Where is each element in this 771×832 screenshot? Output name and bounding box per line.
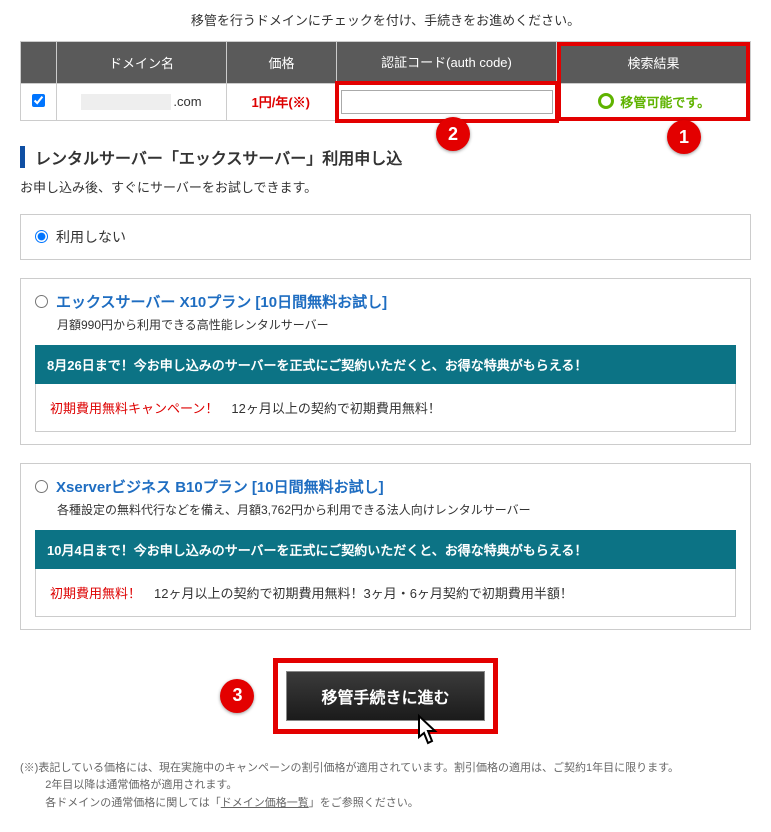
heading-bar-icon [20, 146, 25, 168]
b10-campaign-sub: 初期費用無料！ 12ヶ月以上の契約で初期費用無料！3ヶ月・6ヶ月契約で初期費用半… [35, 569, 736, 617]
ok-circle-icon [598, 93, 614, 109]
annotation-badge-2: 2 [436, 117, 470, 151]
x10-campaign-text: 12ヶ月以上の契約で初期費用無料！ [218, 401, 440, 416]
footnote-line-1: (※)表記している価格には、現在実施中のキャンペーンの割引価格が適用されています… [20, 760, 751, 778]
option-b10-title: Xserverビジネス B10プラン [10日間無料お試し] [56, 479, 384, 496]
col-result-header: 検索結果 [557, 42, 751, 84]
b10-campaign-banner: 10月4日まで！今お申し込みのサーバーを正式にご契約いただくと、お得な特典がもら… [35, 530, 736, 569]
auth-header-label: 認証コード(auth code) [381, 55, 512, 70]
option-none-box: 利用しない [20, 214, 751, 260]
footnote-line-3: 各ドメインの通常価格に関しては「ドメイン価格一覧」をご参照ください。 [20, 795, 751, 813]
footnote-line-2: 2年目以降は通常価格が適用されます。 [20, 777, 751, 795]
section-sub-text: お申し込み後、すぐにサーバーをお試しできます。 [20, 177, 751, 196]
table-row: .com 1円/年(※) 移管可能です。 [21, 83, 751, 121]
domain-price: 1円/年(※) [227, 83, 337, 121]
col-auth-header: 認証コード(auth code) [337, 42, 557, 84]
option-x10-box: エックスサーバー X10プラン [10日間無料お試し] 月額990円から利用でき… [20, 278, 751, 445]
option-x10-radio[interactable] [35, 295, 48, 308]
submit-highlight-frame: 3 移管手続きに進む [273, 658, 497, 734]
option-none-radio[interactable] [35, 230, 48, 243]
x10-campaign-sub: 初期費用無料キャンペーン！ 12ヶ月以上の契約で初期費用無料！ [35, 384, 736, 432]
option-b10-box: Xserverビジネス B10プラン [10日間無料お試し] 各種設定の無料代行… [20, 463, 751, 630]
option-x10-desc: 月額990円から利用できる高性能レンタルサーバー [57, 316, 736, 333]
domain-blur-placeholder [81, 94, 171, 110]
option-b10-desc: 各種設定の無料代行などを備え、月額3,762円から利用できる法人向けレンタルサー… [57, 501, 736, 518]
auth-code-input[interactable] [341, 90, 553, 114]
result-header-label: 検索結果 [627, 56, 679, 71]
annotation-badge-3: 3 [220, 679, 254, 713]
col-check-header [21, 42, 57, 84]
section-title-text: レンタルサーバー「エックスサーバー」利用申し込 [35, 145, 402, 169]
result-text: 移管可能です。 [620, 92, 710, 111]
search-result: 移管可能です。 [598, 92, 710, 111]
submit-area: 3 移管手続きに進む [20, 658, 751, 734]
domain-tld: .com [173, 95, 201, 110]
option-none-label: 利用しない [56, 227, 126, 247]
option-none[interactable]: 利用しない [35, 227, 736, 247]
col-domain-header: ドメイン名 [57, 42, 227, 84]
footnotes: (※)表記している価格には、現在実施中のキャンペーンの割引価格が適用されています… [20, 760, 751, 813]
b10-campaign-text: 12ヶ月以上の契約で初期費用無料！3ヶ月・6ヶ月契約で初期費用半額！ [141, 586, 573, 601]
instruction-text: 移管を行うドメインにチェックを付け、手続きをお進めください。 [20, 10, 751, 29]
col-price-header: 価格 [227, 42, 337, 84]
domain-table: ドメイン名 価格 認証コード(auth code) 検索結果 .com 1円/年… [20, 41, 751, 123]
annotation-badge-1: 1 [667, 120, 701, 154]
domain-price-list-link[interactable]: ドメイン価格一覧 [221, 797, 309, 809]
option-x10-title: エックスサーバー X10プラン [10日間無料お試し] [56, 294, 387, 311]
x10-campaign-banner: 8月26日まで！今お申し込みのサーバーを正式にご契約いただくと、お得な特典がもら… [35, 345, 736, 384]
footnote-l3a: 各ドメインの通常価格に関しては「 [45, 797, 220, 809]
section-heading: レンタルサーバー「エックスサーバー」利用申し込 [20, 145, 751, 169]
footnote-l3b: 」をご参照ください。 [309, 797, 419, 809]
x10-campaign-label: 初期費用無料キャンペーン！ [50, 401, 218, 416]
proceed-transfer-button[interactable]: 移管手続きに進む [286, 671, 484, 721]
option-b10-radio[interactable] [35, 480, 48, 493]
b10-campaign-label: 初期費用無料！ [50, 586, 141, 601]
domain-select-checkbox[interactable] [32, 94, 45, 107]
